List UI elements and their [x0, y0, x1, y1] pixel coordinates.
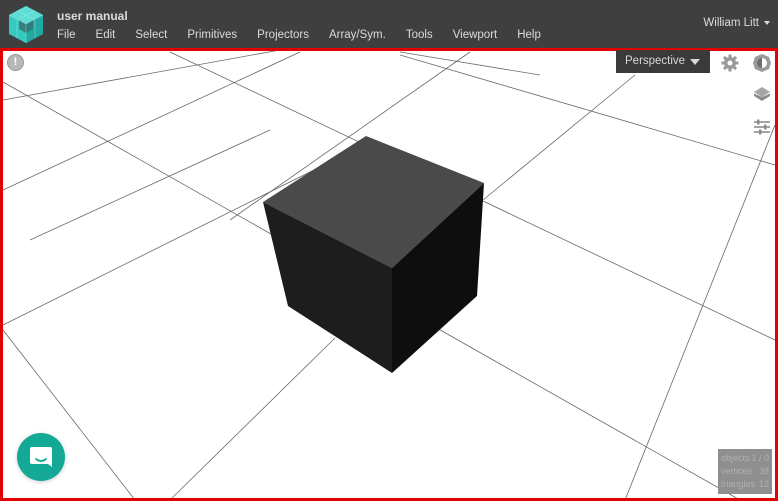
top-bar: user manual File Edit Select Primitives …: [0, 0, 778, 48]
sliders-icon[interactable]: [752, 117, 772, 137]
grid-line: [2, 51, 301, 191]
camera-mode-label: Perspective: [625, 55, 686, 67]
camera-mode-dropdown[interactable]: Perspective: [616, 50, 710, 73]
menu-projectors[interactable]: Projectors: [257, 29, 309, 41]
grid-line: [29, 129, 271, 241]
grid-line: [399, 54, 776, 166]
gear-icon[interactable]: [720, 53, 740, 73]
cube[interactable]: [263, 136, 484, 373]
stats-triangles: triangles 12: [721, 479, 769, 489]
menu-viewport[interactable]: Viewport: [453, 29, 498, 41]
scene-stats-panel: objects 1 / 0 vertices 38 triangles 12: [718, 449, 772, 494]
scene-canvas[interactable]: [0, 48, 778, 501]
3d-viewport[interactable]: [0, 48, 778, 501]
m-cube-logo-icon[interactable]: [6, 4, 46, 44]
grid-line: [169, 337, 336, 501]
layers-icon[interactable]: [752, 85, 772, 105]
stats-vertices: vertices 38: [721, 466, 769, 476]
caret-down-icon: [764, 20, 770, 25]
menu-select[interactable]: Select: [135, 29, 167, 41]
grid-line: [482, 74, 636, 201]
stats-objects: objects 1 / 0: [721, 453, 769, 463]
chat-button[interactable]: [17, 433, 65, 481]
menu-edit[interactable]: Edit: [96, 29, 116, 41]
user-menu[interactable]: William Litt: [703, 17, 770, 29]
contrast-icon[interactable]: [752, 53, 772, 73]
grid-line: [624, 124, 776, 501]
grid-line: [2, 49, 281, 101]
menu-bar: File Edit Select Primitives Projectors A…: [57, 29, 561, 41]
info-icon[interactable]: !: [7, 54, 24, 71]
document-title: user manual: [57, 9, 128, 23]
chat-icon: [30, 447, 52, 467]
menu-tools[interactable]: Tools: [406, 29, 433, 41]
menu-help[interactable]: Help: [517, 29, 541, 41]
caret-down-icon: [690, 59, 700, 65]
menu-file[interactable]: File: [57, 29, 76, 41]
menu-array-sym[interactable]: Array/Sym.: [329, 29, 386, 41]
grid-line: [399, 51, 541, 76]
user-name: William Litt: [703, 17, 759, 29]
menu-primitives[interactable]: Primitives: [187, 29, 237, 41]
